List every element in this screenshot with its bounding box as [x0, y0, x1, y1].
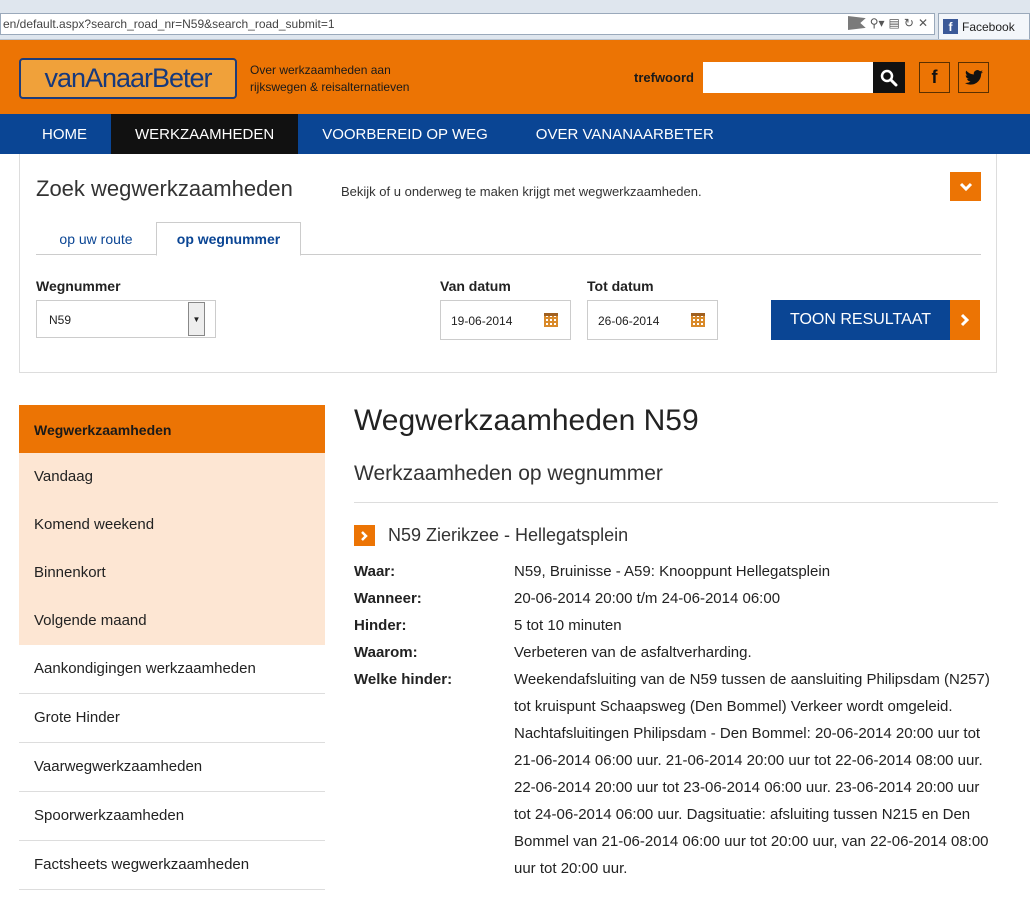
chevron-down-icon	[959, 182, 972, 191]
calendar-icon[interactable]	[691, 313, 705, 327]
dropdown-arrow-icon[interactable]: ▼	[188, 302, 205, 336]
sidebar-item-grote-hinder[interactable]: Grote Hinder	[19, 694, 325, 743]
search-icon[interactable]: ⚲▾	[870, 16, 885, 30]
waarom-value: Verbeteren van de asfaltverharding.	[514, 644, 752, 661]
facebook-icon: f	[931, 67, 938, 87]
sidebar-submenu: Vandaag Komend weekend Binnenkort Volgen…	[19, 453, 325, 645]
search-icon	[880, 69, 898, 86]
nav-item-over-vananaarbeter[interactable]: OVER VANANAARBETER	[512, 114, 738, 154]
waar-label: Waar:	[354, 563, 396, 580]
search-tabs: op uw route op wegnummer	[36, 222, 981, 256]
tot-datum-input[interactable]: 26-06-2014	[587, 300, 718, 340]
facebook-logo-icon: f	[943, 19, 958, 34]
main-nav: HOME WERKZAAMHEDEN VOORBEREID OP WEG OVE…	[0, 114, 1030, 154]
panel-title: Zoek wegwerkzaamheden	[36, 176, 293, 201]
main-content: Wegwerkzaamheden N59 Werkzaamheden op we…	[354, 400, 998, 882]
sidebar-item-volgende-maand[interactable]: Volgende maand	[19, 597, 325, 645]
browser-tab-facebook[interactable]: f Facebook	[938, 13, 1030, 39]
hinder-value: 5 tot 10 minuten	[514, 617, 622, 634]
welke-hinder-label: Welke hinder:	[354, 671, 453, 688]
site-logo[interactable]: vanAnaarBeter	[19, 58, 237, 99]
search-panel: Zoek wegwerkzaamheden Bekijk of u onderw…	[19, 154, 997, 373]
sidebar: Wegwerkzaamheden Vandaag Komend weekend …	[19, 405, 325, 890]
wanneer-label: Wanneer:	[354, 590, 422, 607]
sidebar-item-spoorwerkzaamheden[interactable]: Spoorwerkzaamheden	[19, 792, 325, 841]
address-icons: ⚲▾ ▤ ↻ ✕	[847, 16, 928, 30]
result-details: Waar: N59, Bruinisse - A59: Knooppunt He…	[354, 558, 998, 882]
browser-tab-label: Facebook	[962, 19, 1015, 34]
wegnummer-value: N59	[49, 313, 72, 327]
search-label: trefwoord	[634, 70, 694, 85]
waar-value: N59, Bruinisse - A59: Knooppunt Hellegat…	[514, 563, 831, 580]
twitter-button[interactable]	[958, 62, 989, 93]
van-datum-label: Van datum	[440, 278, 511, 294]
result-item-header[interactable]: N59 Zierikzee - Hellegatsplein	[354, 525, 998, 546]
collapse-button[interactable]	[950, 172, 981, 201]
search-input[interactable]	[703, 62, 873, 93]
search-button[interactable]	[873, 62, 905, 93]
sidebar-item-komend-weekend[interactable]: Komend weekend	[19, 501, 325, 549]
calendar-icon[interactable]	[544, 313, 558, 327]
nav-item-werkzaamheden[interactable]: WERKZAAMHEDEN	[111, 114, 299, 154]
sidebar-item-binnenkort[interactable]: Binnenkort	[19, 549, 325, 597]
sidebar-item-vandaag[interactable]: Vandaag	[19, 453, 325, 501]
tab-op-wegnummer[interactable]: op wegnummer	[156, 222, 301, 256]
van-datum-input[interactable]: 19-06-2014	[440, 300, 571, 340]
compat-icon[interactable]: ▤	[889, 16, 900, 30]
sidebar-item-aankondigingen[interactable]: Aankondigingen werkzaamheden	[19, 645, 325, 694]
sidebar-heading[interactable]: Wegwerkzaamheden	[19, 405, 325, 453]
sidebar-item-factsheets[interactable]: Factsheets wegwerkzaamheden	[19, 841, 325, 890]
panel-subtitle: Bekijk of u onderweg te maken krijgt met…	[341, 184, 702, 199]
tab-op-uw-route[interactable]: op uw route	[36, 222, 156, 256]
waarom-label: Waarom:	[354, 644, 418, 661]
wegnummer-select[interactable]: N59 ▼	[36, 300, 216, 338]
site-tagline: Over werkzaamheden aan rijkswegen & reis…	[250, 63, 410, 94]
flag-icon[interactable]	[847, 16, 866, 30]
refresh-icon[interactable]: ↻	[904, 16, 914, 30]
address-bar[interactable]: en/default.aspx?search_road_nr=N59&searc…	[0, 13, 935, 35]
toon-resultaat-label: TOON RESULTAAT	[771, 300, 950, 340]
tot-datum-value: 26-06-2014	[598, 314, 660, 328]
chevron-right-icon	[354, 525, 375, 546]
twitter-icon	[964, 70, 983, 85]
van-datum-value: 19-06-2014	[451, 314, 513, 328]
chevron-right-icon	[950, 300, 980, 340]
sidebar-item-vaarwegwerkzaamheden[interactable]: Vaarwegwerkzaamheden	[19, 743, 325, 792]
site-header: vanAnaarBeter Over werkzaamheden aan rij…	[0, 40, 1030, 114]
tot-datum-label: Tot datum	[587, 278, 654, 294]
address-url: en/default.aspx?search_road_nr=N59&searc…	[3, 17, 335, 31]
page-subtitle: Werkzaamheden op wegnummer	[354, 462, 998, 503]
welke-hinder-value: Weekendafsluiting van de N59 tussen de a…	[514, 671, 990, 877]
hinder-label: Hinder:	[354, 617, 407, 634]
browser-chrome: en/default.aspx?search_road_nr=N59&searc…	[0, 0, 1030, 40]
wegnummer-label: Wegnummer	[36, 278, 121, 294]
wanneer-value: 20-06-2014 20:00 t/m 24-06-2014 06:00	[514, 590, 781, 607]
page-title: Wegwerkzaamheden N59	[354, 404, 699, 437]
nav-item-home[interactable]: HOME	[0, 114, 111, 154]
facebook-button[interactable]: f	[919, 62, 950, 93]
nav-item-voorbereid-op-weg[interactable]: VOORBEREID OP WEG	[298, 114, 512, 154]
close-icon[interactable]: ✕	[918, 16, 928, 30]
result-item-title[interactable]: N59 Zierikzee - Hellegatsplein	[388, 525, 628, 546]
toon-resultaat-button[interactable]: TOON RESULTAAT	[771, 300, 980, 340]
